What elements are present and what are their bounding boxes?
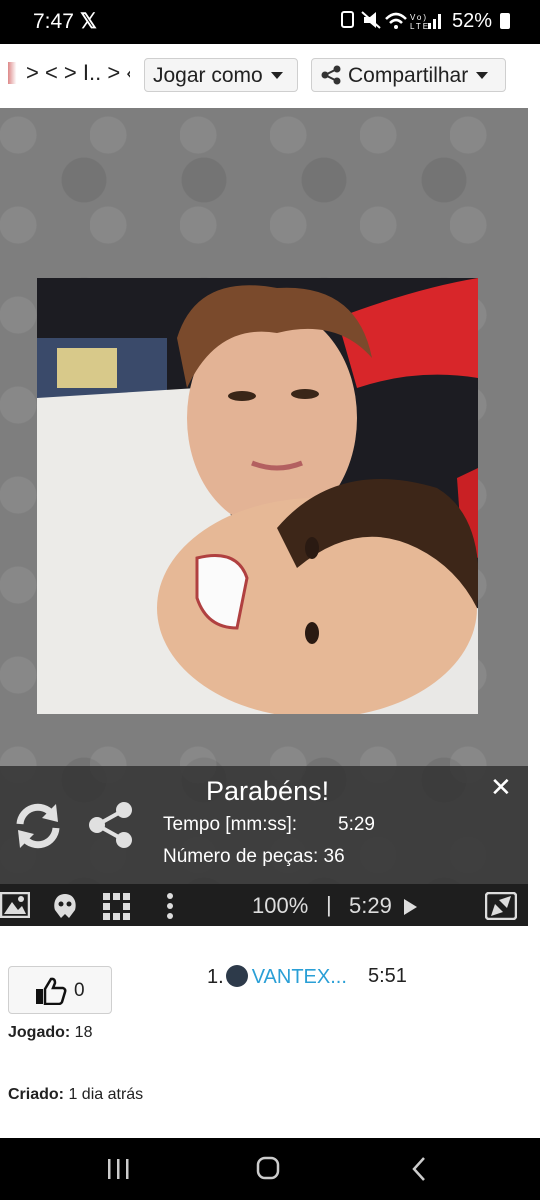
game-timer: 5:29 [349,893,417,919]
played-label: Jogado: [8,1024,71,1041]
battery-text: 52% [452,10,493,32]
share-icon [321,65,341,85]
created-stat: Criado: 1 dia atrás [8,1086,143,1104]
share-dropdown-button[interactable]: Compartilhar [311,58,506,92]
breadcrumb[interactable]: > < > I.. > ‹ [8,60,130,86]
battery-percentage: 52% [452,10,510,33]
status-time: 7:47 [33,10,74,33]
replay-icon[interactable] [12,800,64,852]
battery-icon [499,13,510,29]
leaderboard-time: 5:51 [368,965,407,987]
signal-wifi-mute-icons: Vo) LTE [341,11,441,31]
x-app-icon: 𝕏 [80,10,97,33]
play-as-label: Jogar como [153,64,263,87]
breadcrumb-thumbnail [8,62,22,84]
leaderboard-rank: 1. [207,966,224,988]
thumbs-up-icon [36,977,67,1005]
congrats-title: Parabéns! [206,776,330,806]
time-label: Tempo [mm:ss]: [163,814,298,835]
close-icon[interactable]: ✕ [490,772,512,803]
created-value: 1 dia atrás [68,1086,144,1103]
chevron-down-icon [476,72,489,79]
android-nav-bar [0,1138,540,1200]
puzzle-board[interactable]: Parabéns! ✕ Tempo [mm:ss]: 5:29 Número d… [0,108,528,926]
controls-separator: | [326,892,332,917]
fullscreen-icon[interactable] [485,892,517,920]
leaderboard-player-link[interactable]: VANTEX... [252,966,347,988]
share-icon[interactable] [86,800,136,850]
play-icon[interactable] [403,899,417,915]
avatar[interactable] [225,965,248,987]
played-stat: Jogado: 18 [8,1024,92,1042]
time-value: 5:29 [338,814,375,835]
image-icon[interactable] [0,892,30,918]
zoom-level[interactable]: 100% [252,893,308,919]
like-count: 0 [74,980,85,1001]
puzzle-toolbar: > < > I.. > ‹ Jogar como Compartilhar [0,44,540,108]
status-icons: Vo) LTE [340,9,444,36]
leaderboard-row: 1. VANTEX... 5:51 [207,965,407,989]
timer-text: 5:29 [349,893,392,918]
recent-apps-icon[interactable] [106,1158,130,1180]
puzzle-photo [37,278,478,714]
game-controls-bar: 100% | 5:29 [0,884,528,926]
completed-puzzle-image [37,278,478,714]
chevron-down-icon [270,72,283,79]
play-as-button[interactable]: Jogar como [144,58,298,92]
completion-panel: Parabéns! ✕ Tempo [mm:ss]: 5:29 Número d… [0,766,528,884]
pieces-value: 36 [323,846,345,867]
pieces-label: Número de peças: [163,846,319,867]
svg-text:Vo): Vo) [410,13,428,22]
edges-grid-icon[interactable] [102,892,132,920]
home-icon[interactable] [256,1156,280,1180]
share-label: Compartilhar [348,64,469,87]
like-button[interactable]: 0 [8,966,112,1014]
pieces-row: Número de peças: 36 [163,846,345,868]
played-value: 18 [74,1024,93,1041]
svg-text:LTE: LTE [410,22,430,31]
breadcrumb-text: > < > I.. > ‹ [26,60,130,85]
back-icon[interactable] [410,1156,428,1182]
more-vertical-icon[interactable] [164,892,176,920]
created-label: Criado: [8,1086,64,1103]
status-bar: 7:47 𝕏 Vo) LTE 52% [0,0,540,44]
ghost-image-icon[interactable] [51,892,79,920]
